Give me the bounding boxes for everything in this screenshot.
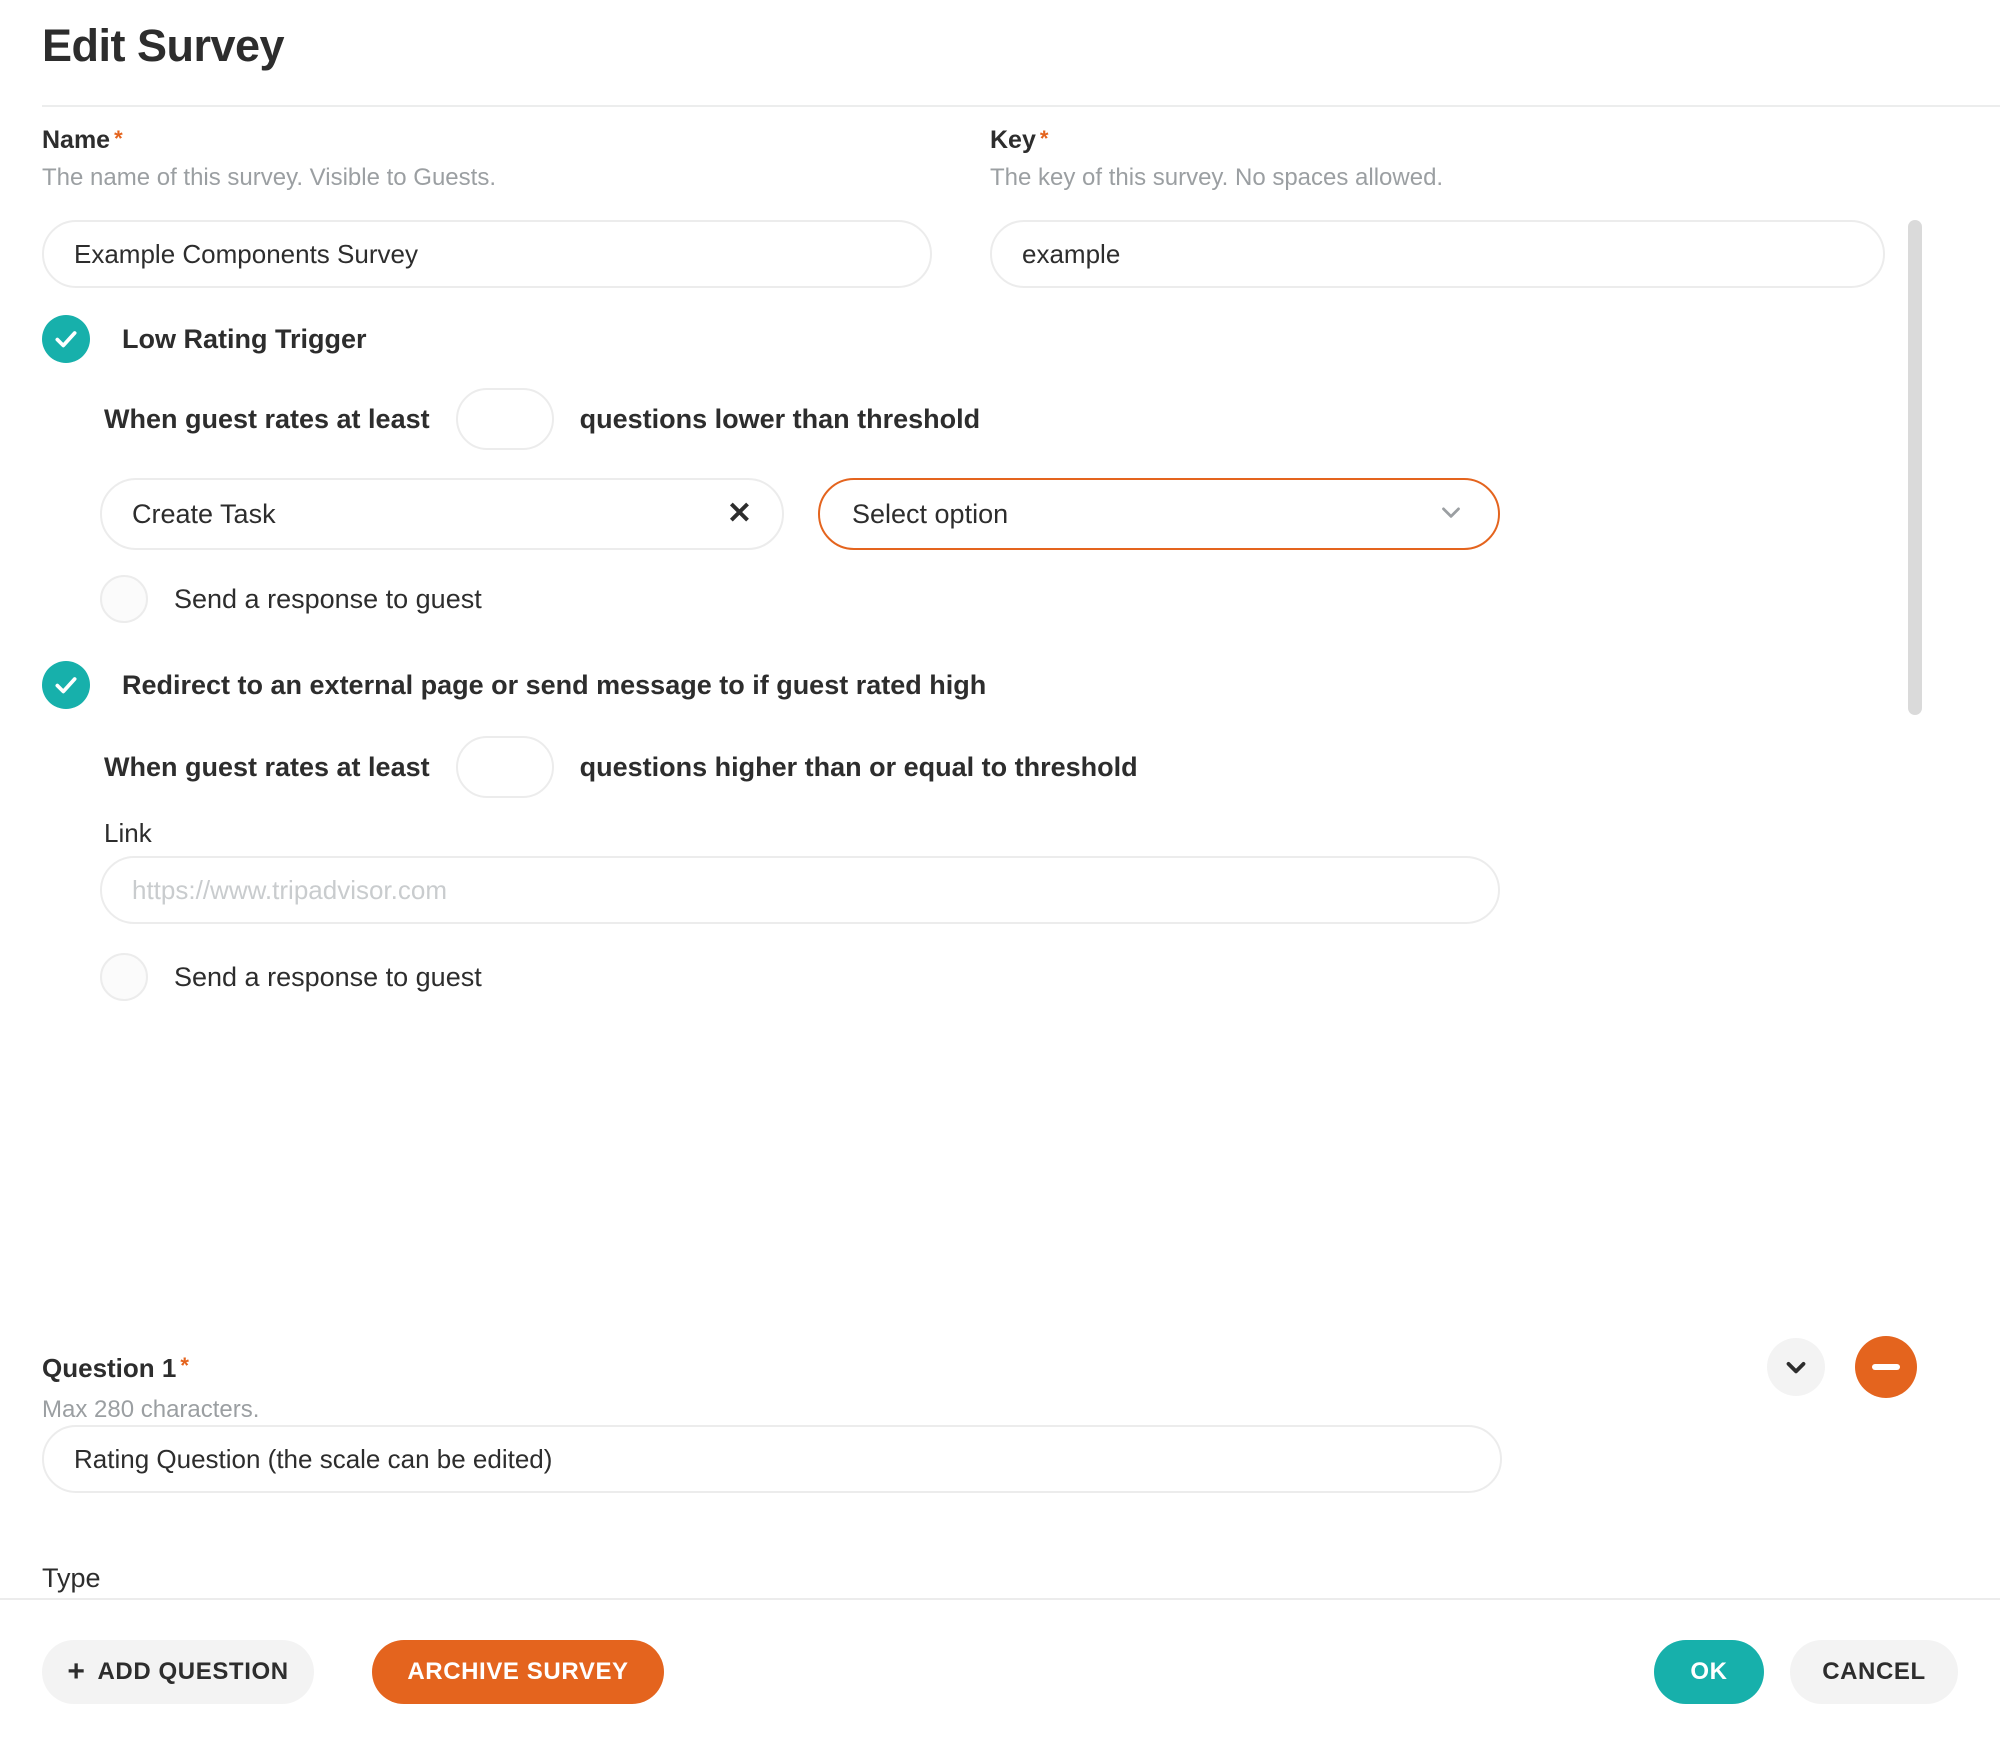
link-input[interactable]	[100, 856, 1500, 924]
header-divider	[42, 105, 2000, 107]
low-rating-action-select[interactable]: Create Task ✕	[100, 478, 784, 550]
high-rating-send-response-toggle[interactable]: Send a response to guest	[100, 953, 482, 1001]
page-title: Edit Survey	[42, 20, 285, 71]
key-hint: The key of this survey. No spaces allowe…	[990, 164, 1444, 191]
radio-unchecked-icon	[100, 575, 148, 623]
low-rating-threshold-row: When guest rates at least questions lowe…	[104, 388, 980, 450]
plus-icon: +	[67, 1655, 86, 1688]
low-rating-option-value: Select option	[852, 498, 1009, 529]
question-title: Question 1 *	[42, 1353, 259, 1384]
question-type-label: Type	[42, 1563, 101, 1593]
question-hint: Max 280 characters.	[42, 1396, 260, 1423]
cancel-button[interactable]: CANCEL	[1790, 1640, 1958, 1704]
low-threshold-prefix: When guest rates at least	[104, 403, 430, 434]
required-asterisk: *	[180, 1353, 189, 1378]
chevron-down-icon	[1436, 497, 1466, 532]
chevron-down-icon	[1786, 1362, 1806, 1374]
add-question-button[interactable]: + ADD QUESTION	[42, 1640, 314, 1704]
name-label: Name *	[42, 128, 932, 153]
low-rating-send-response-toggle[interactable]: Send a response to guest	[100, 575, 482, 623]
ok-button[interactable]: OK	[1654, 1640, 1764, 1704]
low-threshold-input[interactable]	[455, 388, 554, 450]
low-rating-option-select[interactable]: Select option	[818, 478, 1500, 550]
key-label-text: Key	[990, 126, 1036, 154]
high-threshold-prefix: When guest rates at least	[104, 751, 430, 782]
cancel-label: CANCEL	[1822, 1658, 1926, 1685]
key-label: Key *	[990, 128, 1885, 153]
question-header: Question 1 * Max 280 characters.	[42, 1353, 259, 1424]
question-title-text: Question 1	[42, 1353, 177, 1383]
archive-survey-button[interactable]: ARCHIVE SURVEY	[372, 1640, 664, 1704]
required-asterisk: *	[114, 126, 123, 151]
minus-icon	[1872, 1364, 1900, 1370]
low-threshold-suffix: questions lower than threshold	[579, 403, 981, 434]
high-rating-threshold-row: When guest rates at least questions high…	[104, 736, 1138, 798]
link-label: Link	[104, 818, 152, 848]
high-rating-trigger-toggle[interactable]: Redirect to an external page or send mes…	[42, 661, 986, 709]
checkmark-icon	[42, 315, 90, 363]
high-rating-send-response-label: Send a response to guest	[174, 961, 482, 992]
high-threshold-suffix: questions higher than or equal to thresh…	[579, 751, 1138, 782]
radio-unchecked-icon	[100, 953, 148, 1001]
name-hint: The name of this survey. Visible to Gues…	[42, 164, 496, 191]
low-rating-trigger-toggle[interactable]: Low Rating Trigger	[42, 315, 367, 363]
add-question-label: ADD QUESTION	[97, 1658, 289, 1685]
high-threshold-input[interactable]	[455, 736, 554, 798]
low-rating-action-value: Create Task	[132, 498, 276, 529]
scrollbar-thumb[interactable]	[1908, 220, 1922, 715]
low-rating-send-response-label: Send a response to guest	[174, 583, 482, 614]
edit-survey-dialog: Edit Survey Name * The name of this surve…	[0, 0, 2000, 1745]
high-rating-trigger-label: Redirect to an external page or send mes…	[122, 669, 987, 700]
key-field-group: Key * The key of this survey. No spaces a…	[990, 128, 1885, 288]
name-input[interactable]	[42, 220, 932, 288]
required-asterisk: *	[1039, 126, 1049, 151]
question-text-input[interactable]	[42, 1425, 1502, 1493]
dialog-footer: + ADD QUESTION ARCHIVE SURVEY OK CANCEL	[0, 1600, 2000, 1745]
name-label-text: Name	[42, 126, 111, 154]
low-rating-trigger-label: Low Rating Trigger	[122, 323, 367, 354]
dialog-scroll-area[interactable]: Name * The name of this survey. Visible t…	[0, 108, 2000, 1598]
close-icon[interactable]: ✕	[711, 499, 752, 529]
ok-label: OK	[1690, 1658, 1728, 1685]
archive-survey-label: ARCHIVE SURVEY	[407, 1658, 629, 1685]
name-field-group: Name * The name of this survey. Visible t…	[42, 128, 932, 288]
key-input[interactable]	[990, 220, 1885, 288]
checkmark-icon	[42, 661, 90, 709]
question-collapse-button[interactable]	[1767, 1338, 1825, 1396]
